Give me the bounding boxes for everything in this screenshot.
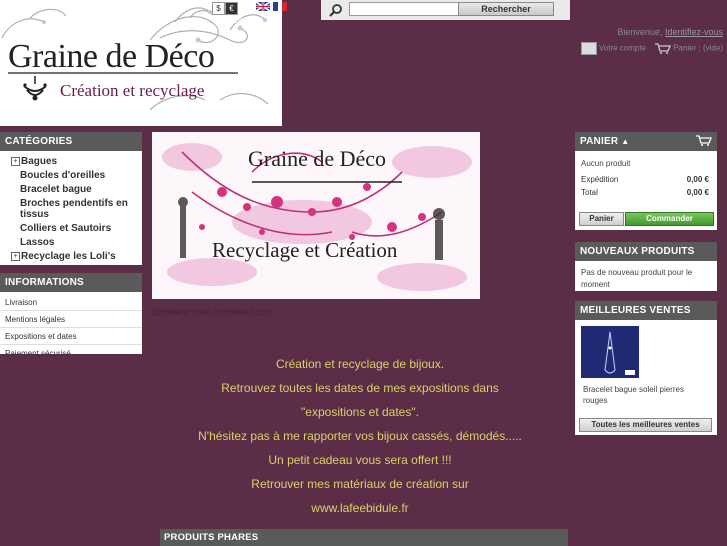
category-label: Colliers et Sautoirs [20,223,112,234]
shipping-label: Expédition [581,175,619,184]
devises-label: Devises [222,15,255,25]
featured-products-title: PRODUITS PHARES [160,529,568,546]
user-links: Votre compte Panier : (vide) [580,42,723,55]
search-bar: Rechercher [321,0,570,20]
order-button[interactable]: Commander [625,212,714,226]
new-products-block: NOUVEAUX PRODUITS Pas de nouveau produit… [575,242,717,291]
bracelet-icon [604,331,635,375]
expand-icon[interactable]: + [11,251,20,261]
info-link-livraison[interactable]: Livraison [0,294,142,311]
flag-france-icon[interactable] [273,2,288,11]
content-line: "expositions et dates". [301,405,419,419]
category-item-lassos[interactable]: Lassos [0,236,142,250]
banner-title: Graine de Déco [248,146,387,171]
welcome-text: Bienvenue, Identifiez-vous [617,27,723,37]
chandelier-icon [23,76,47,101]
cart-title-label: PANIER [580,136,619,147]
cart-title[interactable]: PANIER ▲ [575,132,717,151]
categories-block: CATÉGORIES + Bagues Boucles d'oreilles Br… [0,132,142,265]
product-name[interactable]: Bracelet bague soleil pierres rouges [575,378,717,408]
total-label: Total [581,188,598,197]
category-item-bagues[interactable]: + Bagues [0,155,142,169]
search-icon [329,4,342,17]
home-banner[interactable]: Graine de Déco Recyclage et Création [152,132,480,299]
total-value: 0,00 € [686,188,709,197]
language-flags [255,1,288,14]
collapse-arrow-icon[interactable]: ▲ [621,137,629,146]
welcome-label: Bienvenue, [617,27,663,37]
banner-caption-link[interactable]: Entretenir mon ordinateur.com [152,307,273,317]
login-link[interactable]: Identifiez-vous [665,27,723,37]
all-best-sellers-button[interactable]: Toutes les meilleures ventes [579,418,712,432]
content-line: Retrouver mes matériaux de création sur [251,477,469,491]
product-thumbnail[interactable] [581,326,639,378]
cart-button[interactable]: Panier [579,212,624,226]
account-link[interactable]: Votre compte [599,44,646,53]
best-sellers-block: MEILLEURES VENTES Bracelet bague soleil … [575,301,717,435]
content-line: N'hésitez pas à me rapporter vos bijoux … [198,429,522,443]
best-sellers-title: MEILLEURES VENTES [575,301,717,320]
cart-state: (vide) [702,43,723,53]
cart-shipping-row: Expédition 0,00 € [575,173,717,186]
expand-icon[interactable]: + [11,156,20,166]
category-label: Bracelet bague [20,184,92,195]
cart-block: PANIER ▲ Aucun produit Expédition 0,00 € … [575,132,717,230]
category-label: Recyclage les Loli's [21,251,116,262]
cart-total-row: Total 0,00 € [575,186,717,199]
cart-icon [696,135,712,146]
cart-empty-text: Aucun produit [581,159,631,168]
featured-products-block: PRODUITS PHARES [160,529,568,546]
flag-uk-icon[interactable] [255,1,271,12]
content-line: Retrouvez toutes les dates de mes exposi… [221,381,499,395]
cart-link[interactable]: Panier : [673,44,701,53]
content-line: Un petit cadeau vous sera offert !!! [268,453,452,467]
content-link[interactable]: www.lafeebidule.fr [152,496,568,520]
category-label: Lassos [20,237,55,248]
new-products-text: Pas de nouveau produit pour le moment [581,268,693,289]
category-item-broches[interactable]: Broches pendentifs en tissus [0,197,142,222]
cart-icon [654,43,671,54]
category-item-bracelet[interactable]: Bracelet bague [0,183,142,197]
new-products-title: NOUVEAUX PRODUITS [575,242,717,261]
search-button[interactable]: Rechercher [458,2,554,16]
category-label: Broches pendentifs en tissus [20,198,128,220]
banner-caption: Entretenir mon ordinateur.com [152,307,274,317]
search-input[interactable] [349,2,459,16]
category-item-colliers[interactable]: Colliers et Sautoirs [0,222,142,236]
categories-title: CATÉGORIES [0,132,142,151]
informations-block: INFORMATIONS Livraison Mentions légales … [0,273,142,358]
category-label: Bagues [21,156,58,167]
info-link-paiement[interactable]: Paiement sécurisé [0,345,142,361]
banner-subtitle: Recyclage et Création [212,238,398,262]
currency-euro-button[interactable]: € [225,2,238,15]
currency-dollar-button[interactable]: $ [212,2,225,15]
account-icon [580,42,597,55]
content-line: Création et recyclage de bijoux. [275,357,445,371]
info-link-expositions[interactable]: Expositions et dates [0,328,142,345]
main-content: Création et recyclage de bijoux. Retrouv… [152,352,568,520]
category-label: Boucles d'oreilles [20,170,106,181]
category-item-boucles[interactable]: Boucles d'oreilles [0,169,142,183]
info-link-mentions[interactable]: Mentions légales [0,311,142,328]
logo-title: Graine de Déco [8,38,215,75]
shipping-value: 0,00 € [686,175,709,184]
informations-title: INFORMATIONS [0,273,142,292]
category-item-recyclage[interactable]: + Recyclage les Loli's [0,250,142,264]
logo-subtitle: Création et recyclage [60,81,205,100]
